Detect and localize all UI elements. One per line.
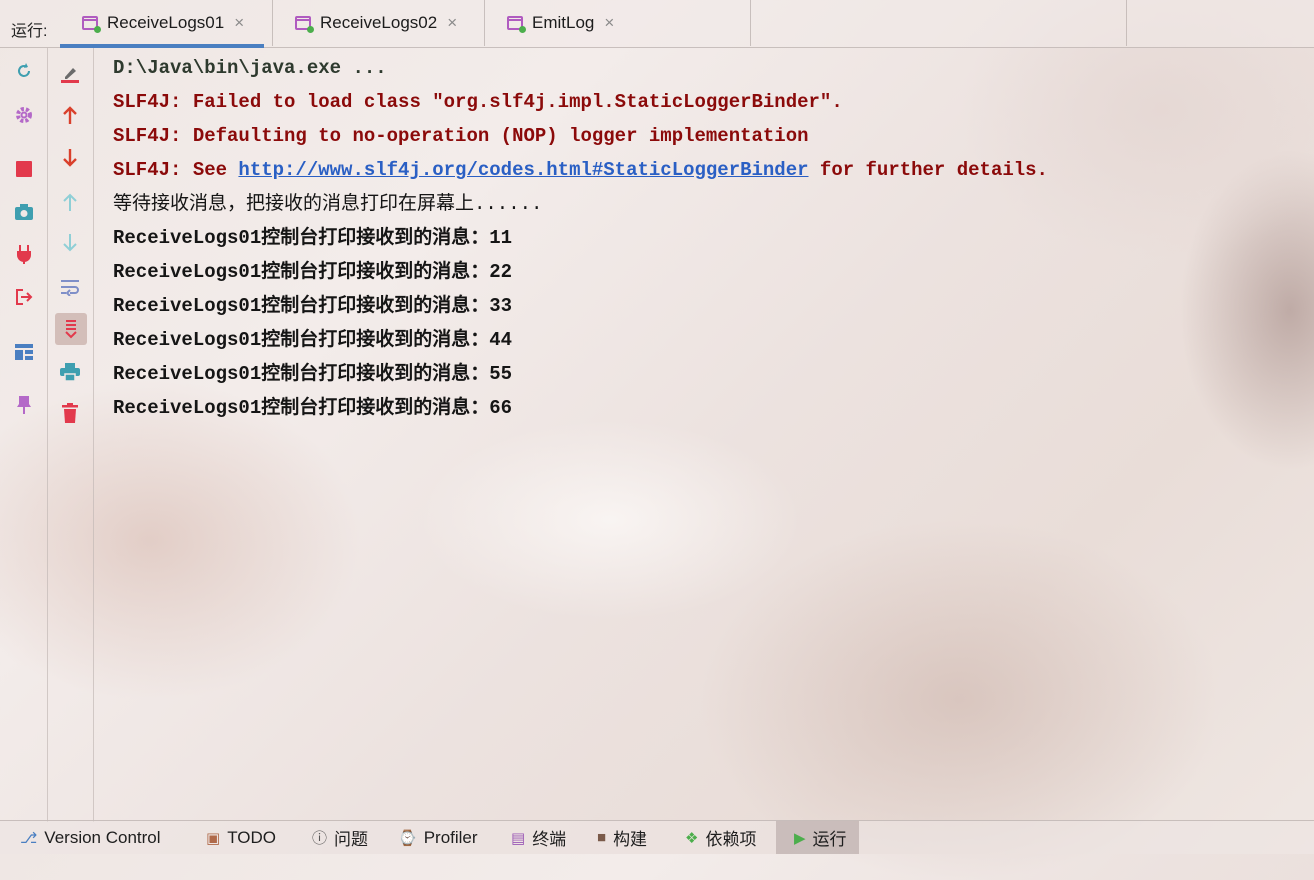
soft-wrap-icon[interactable]: [55, 272, 85, 302]
stop-icon[interactable]: [9, 154, 39, 184]
trash-icon[interactable]: [55, 398, 85, 428]
arrow-down-icon[interactable]: [55, 143, 85, 173]
console-output-line: ReceiveLogs01控制台打印接收到的消息：33: [113, 295, 513, 317]
layout-icon[interactable]: [9, 337, 39, 367]
build-button[interactable]: ■ 构建: [597, 821, 647, 854]
tab-label: EmitLog: [532, 13, 595, 32]
console-output-line: ReceiveLogs01控制台打印接收到的消息：55: [113, 363, 513, 385]
console-output-line: ReceiveLogs01控制台打印接收到的消息：44: [113, 329, 513, 351]
plug-icon[interactable]: [9, 239, 39, 269]
run-tab-bar: 运行: ReceiveLogs01 × ReceiveLogs02 × Emit…: [0, 0, 1314, 48]
run-icon: ▶: [794, 829, 806, 847]
tab-receivelogs01[interactable]: ReceiveLogs01 ×: [59, 0, 265, 48]
terminal-button[interactable]: ▤ 终端: [511, 821, 566, 854]
run-config-icon: [507, 16, 526, 33]
run-button[interactable]: ▶ 运行: [776, 821, 859, 854]
console-error-line: SLF4J: Failed to load class "org.slf4j.i…: [113, 91, 843, 113]
close-icon[interactable]: ×: [447, 13, 457, 33]
pin-icon[interactable]: [9, 390, 39, 420]
tab-receivelogs02[interactable]: ReceiveLogs02 ×: [295, 0, 457, 46]
version-control-button[interactable]: ⎇ Version Control: [20, 821, 161, 854]
camera-icon[interactable]: [9, 197, 39, 227]
tab-emitlog[interactable]: EmitLog ×: [507, 0, 614, 46]
close-icon[interactable]: ×: [234, 13, 244, 33]
dependencies-icon: ❖: [685, 829, 699, 847]
console-error-line: SLF4J: See http://www.slf4j.org/codes.ht…: [113, 159, 1048, 181]
tab-label: ReceiveLogs01: [107, 13, 225, 32]
run-toolbar-primary: [0, 48, 48, 822]
build-icon: ■: [597, 829, 607, 846]
arrow-up-icon[interactable]: [55, 100, 85, 130]
todo-icon: ▣: [206, 829, 221, 847]
console-output-line: ReceiveLogs01控制台打印接收到的消息：66: [113, 397, 513, 419]
problems-icon: ⓘ: [312, 830, 328, 847]
clear-edit-icon[interactable]: [55, 58, 85, 88]
console-output-line: ReceiveLogs01控制台打印接收到的消息：11: [113, 227, 513, 249]
close-icon[interactable]: ×: [604, 13, 614, 33]
slf4j-docs-link[interactable]: http://www.slf4j.org/codes.html#StaticLo…: [238, 159, 808, 181]
console-command-line: D:\Java\bin\java.exe ...: [113, 57, 387, 79]
terminal-icon: ▤: [511, 829, 526, 847]
arrow-down-disabled-icon[interactable]: [55, 228, 85, 258]
settings-gear-icon[interactable]: [9, 100, 39, 130]
dependencies-button[interactable]: ❖ 依赖项: [685, 821, 756, 854]
branch-icon: ⎇: [20, 829, 38, 847]
profiler-icon: ⌚: [398, 829, 417, 847]
profiler-button[interactable]: ⌚ Profiler: [398, 821, 478, 854]
console-output-line: 等待接收消息，把接收的消息打印在屏幕上......: [113, 193, 543, 215]
problems-button[interactable]: ⓘ 问题: [312, 821, 368, 854]
scroll-to-end-icon[interactable]: [55, 313, 87, 345]
run-toolbar-secondary: [48, 48, 94, 822]
console-output-line: ReceiveLogs01控制台打印接收到的消息：22: [113, 261, 513, 283]
rerun-icon[interactable]: [9, 56, 39, 86]
exit-icon[interactable]: [9, 282, 39, 312]
run-config-icon: [82, 16, 101, 33]
console-error-line: SLF4J: Defaulting to no-operation (NOP) …: [113, 125, 809, 147]
tab-label: ReceiveLogs02: [320, 13, 438, 32]
run-panel-label: 运行:: [11, 23, 48, 40]
todo-button[interactable]: ▣ TODO: [206, 821, 276, 854]
tool-window-bar: ⎇ Version Control ▣ TODO ⓘ 问题 ⌚ Profiler…: [0, 820, 1314, 854]
arrow-up-disabled-icon[interactable]: [55, 187, 85, 217]
run-config-icon: [295, 16, 314, 33]
print-icon[interactable]: [55, 357, 85, 387]
console-output[interactable]: D:\Java\bin\java.exe ... SLF4J: Failed t…: [113, 56, 1304, 430]
